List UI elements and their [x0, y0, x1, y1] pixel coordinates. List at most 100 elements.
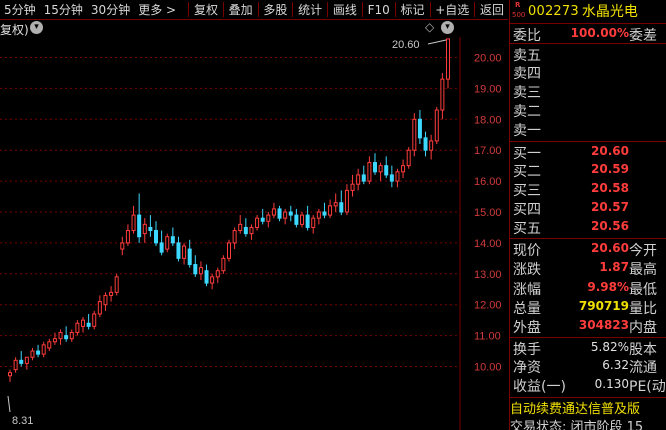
candle-body	[339, 202, 344, 213]
sell-1-row: 卖一	[513, 123, 541, 139]
y-tick-label: 17.00	[474, 145, 502, 157]
candle-body	[52, 338, 57, 343]
candle-body	[255, 217, 260, 228]
high-price-label: 20.60	[392, 39, 420, 51]
stock-name: 水晶光电	[581, 4, 638, 20]
candle-body	[47, 341, 52, 349]
sell-5-row: 卖五	[510, 43, 666, 64]
y-tick-label: 15.00	[474, 207, 502, 219]
candle-body	[36, 350, 41, 355]
candle-body	[406, 149, 411, 167]
buy-1-row: 买一 20.60	[510, 141, 666, 162]
candle-body	[266, 214, 271, 222]
fund-row-eps: 收益(一) 0.130 PE(动	[513, 377, 666, 395]
fund-row-turnover: 换手 5.82% 股本	[510, 337, 666, 358]
candle-body	[221, 257, 226, 272]
candle-body	[277, 208, 282, 219]
candle-body	[198, 267, 203, 275]
candle-body	[401, 165, 406, 173]
sell-2-row: 卖二	[513, 104, 541, 120]
candle-body	[148, 226, 153, 232]
candle-body	[243, 226, 248, 235]
candle-body	[182, 245, 187, 259]
low-price-label: 8.31	[12, 415, 33, 427]
candle-body	[58, 332, 63, 340]
chevron-down-icon[interactable]: ▾	[30, 21, 43, 34]
candle-body	[311, 217, 316, 228]
candle-body	[434, 109, 439, 142]
candles	[8, 38, 450, 382]
candle-body	[137, 214, 142, 238]
candle-body	[260, 217, 265, 222]
candle-body	[103, 294, 108, 306]
candle-body	[69, 332, 74, 340]
y-tick-label: 18.00	[474, 114, 502, 126]
candle-body	[204, 270, 209, 284]
candle-body	[384, 165, 389, 176]
candle-body	[238, 223, 243, 232]
candle-body	[131, 214, 136, 232]
chart-grid	[0, 57, 460, 367]
candle-body	[227, 242, 231, 259]
candle-body	[109, 291, 114, 296]
stat-row-outer: 外盘 304823 内盘	[513, 318, 657, 336]
candle-body	[92, 313, 97, 327]
candle-body	[86, 322, 91, 327]
y-axis-labels: 20.00 19.00 18.00 17.00 16.00 15.00 14.00 13.00…	[474, 53, 502, 374]
chevron-down-icon[interactable]: ▾	[441, 21, 454, 34]
candle-body	[395, 171, 400, 182]
candle-body	[159, 242, 164, 253]
candle-body	[81, 319, 85, 327]
candle-body	[412, 118, 417, 151]
fund-row-net-assets: 净资 6.32 流通	[513, 358, 657, 376]
sell-3-row: 卖三	[513, 85, 541, 101]
buy-3-row: 买三 20.58	[513, 181, 629, 199]
candle-body	[361, 174, 366, 182]
buy-4-row: 买四 20.57	[513, 200, 629, 218]
buy-2-row: 买二 20.59	[513, 162, 629, 180]
candle-body	[142, 223, 147, 235]
candle-body	[316, 211, 321, 219]
candle-body	[114, 276, 119, 293]
candle-body	[378, 165, 383, 173]
high-marker-line	[427, 39, 447, 45]
candle-body	[423, 137, 428, 151]
candle-body	[8, 372, 12, 377]
renewal-banner[interactable]: 自动续费通达信普及版	[510, 397, 666, 416]
candlestick-chart[interactable]: 20.00 19.00 18.00 17.00 16.00 15.00 14.00 13.00…	[0, 0, 508, 430]
candle-body	[333, 202, 338, 207]
candle-body	[300, 214, 304, 225]
candle-body	[328, 205, 333, 216]
candle-body	[125, 230, 130, 244]
candle-body	[232, 230, 237, 244]
chart-subheader: 复权) ▾ ◇ ▾	[0, 20, 508, 37]
candle-body	[283, 211, 288, 219]
diamond-icon[interactable]: ◇	[425, 20, 434, 34]
stock-header: R 500 002273 水晶光电	[510, 0, 666, 22]
candle-body	[75, 322, 80, 334]
candle-body	[193, 264, 198, 275]
candle-body	[344, 189, 349, 213]
stat-row-change-pct: 涨幅 9.98% 最低	[513, 280, 657, 298]
candle-body	[373, 162, 377, 173]
candle-body	[170, 236, 175, 244]
y-tick-label: 16.00	[474, 176, 502, 188]
candle-body	[154, 230, 158, 244]
candle-body	[187, 248, 192, 266]
candle-body	[389, 174, 394, 182]
stock-code: 002273	[528, 3, 579, 19]
sell-4-row: 卖四	[513, 66, 541, 82]
y-tick-label: 10.00	[474, 362, 502, 374]
candle-body	[288, 211, 293, 216]
candle-body	[120, 242, 125, 250]
candle-body	[322, 211, 327, 216]
stat-row-change: 涨跌 1.87 最高	[513, 260, 657, 278]
y-tick-label: 19.00	[474, 83, 502, 95]
candle-body	[210, 276, 215, 284]
candle-body	[417, 118, 422, 139]
candle-body	[305, 214, 310, 228]
y-tick-label: 13.00	[474, 269, 502, 281]
restore-rights-label: 复权)	[0, 23, 29, 37]
candle-body	[356, 174, 361, 185]
order-ratio-row: 委比 100.00% 委差	[510, 23, 666, 44]
